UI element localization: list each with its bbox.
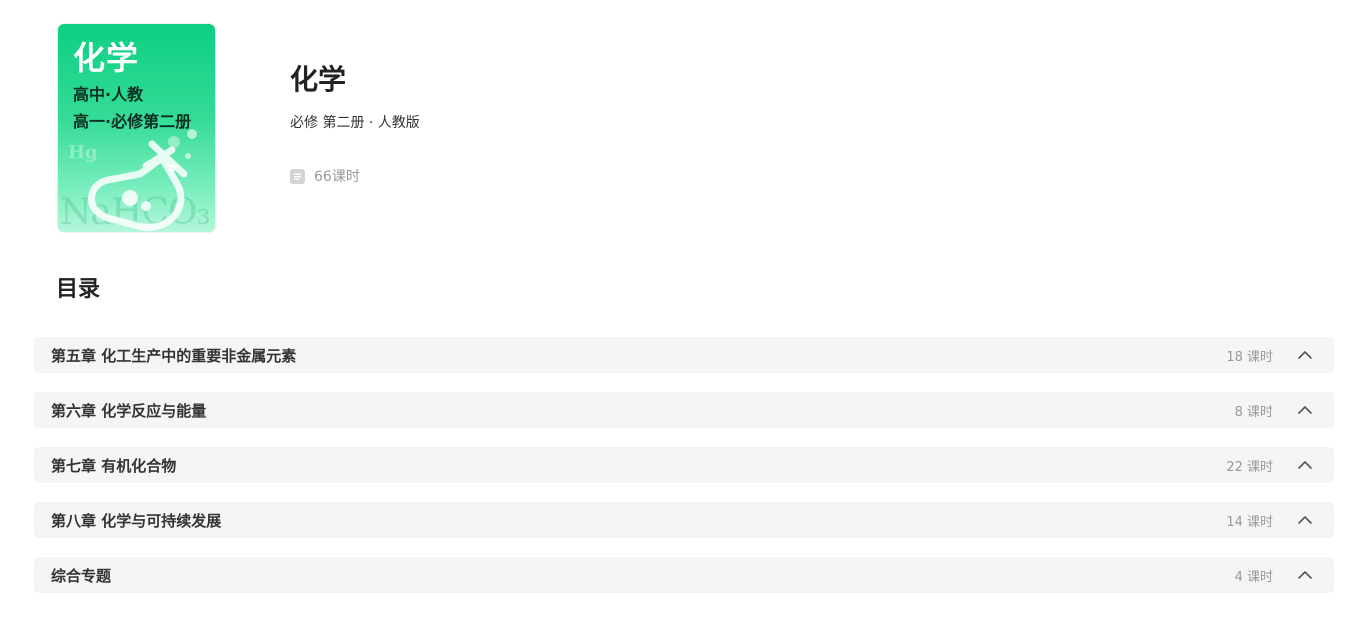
chapter-lesson-count: 22 课时: [1226, 459, 1273, 475]
cover-level-label: 高中·人教: [73, 85, 144, 104]
chapter-title: 综合专题: [51, 566, 112, 585]
chapter-row-special[interactable]: 综合专题 4 课时: [34, 557, 1334, 593]
chevron-up-icon[interactable]: [1297, 512, 1313, 528]
book-cover: Hg NaHCO₃ 化学 高中·人教 高一·必修第二册: [58, 24, 215, 232]
chapter-row-5[interactable]: 第五章 化工生产中的重要非金属元素 18 课时: [34, 337, 1334, 373]
chevron-up-icon[interactable]: [1297, 457, 1313, 473]
chapter-title: 第五章 化工生产中的重要非金属元素: [51, 346, 297, 365]
chapter-lesson-count: 8 课时: [1234, 404, 1273, 420]
chapter-row-8[interactable]: 第八章 化学与可持续发展 14 课时: [34, 502, 1334, 538]
chapter-row-6[interactable]: 第六章 化学反应与能量 8 课时: [34, 392, 1334, 428]
lesson-count: 66课时: [290, 166, 360, 186]
chapter-title: 第八章 化学与可持续发展: [51, 511, 222, 530]
chapter-title: 第七章 有机化合物: [51, 456, 177, 475]
chevron-up-icon[interactable]: [1297, 402, 1313, 418]
chevron-up-icon[interactable]: [1297, 347, 1313, 363]
book-subtitle: 必修 第二册 · 人教版: [290, 115, 420, 131]
chapter-lesson-count: 14 课时: [1226, 514, 1273, 530]
toc-heading: 目录: [56, 277, 101, 302]
chapter-row-7[interactable]: 第七章 有机化合物 22 课时: [34, 447, 1334, 483]
lesson-count-label: 66课时: [314, 169, 360, 185]
chapter-lesson-count: 18 课时: [1226, 349, 1273, 365]
flask-icon: [88, 129, 197, 231]
chevron-up-icon[interactable]: [1297, 567, 1313, 583]
chapter-title: 第六章 化学反应与能量: [51, 401, 207, 420]
chapter-list: 第五章 化工生产中的重要非金属元素 18 课时 第六章 化学反应与能量 8 课时…: [34, 337, 1334, 612]
cover-volume-label: 高一·必修第二册: [73, 112, 192, 131]
cover-title: 化学: [73, 39, 140, 77]
chapter-lesson-count: 4 课时: [1234, 569, 1273, 585]
book-title: 化学: [290, 63, 347, 96]
document-icon: [290, 168, 305, 184]
